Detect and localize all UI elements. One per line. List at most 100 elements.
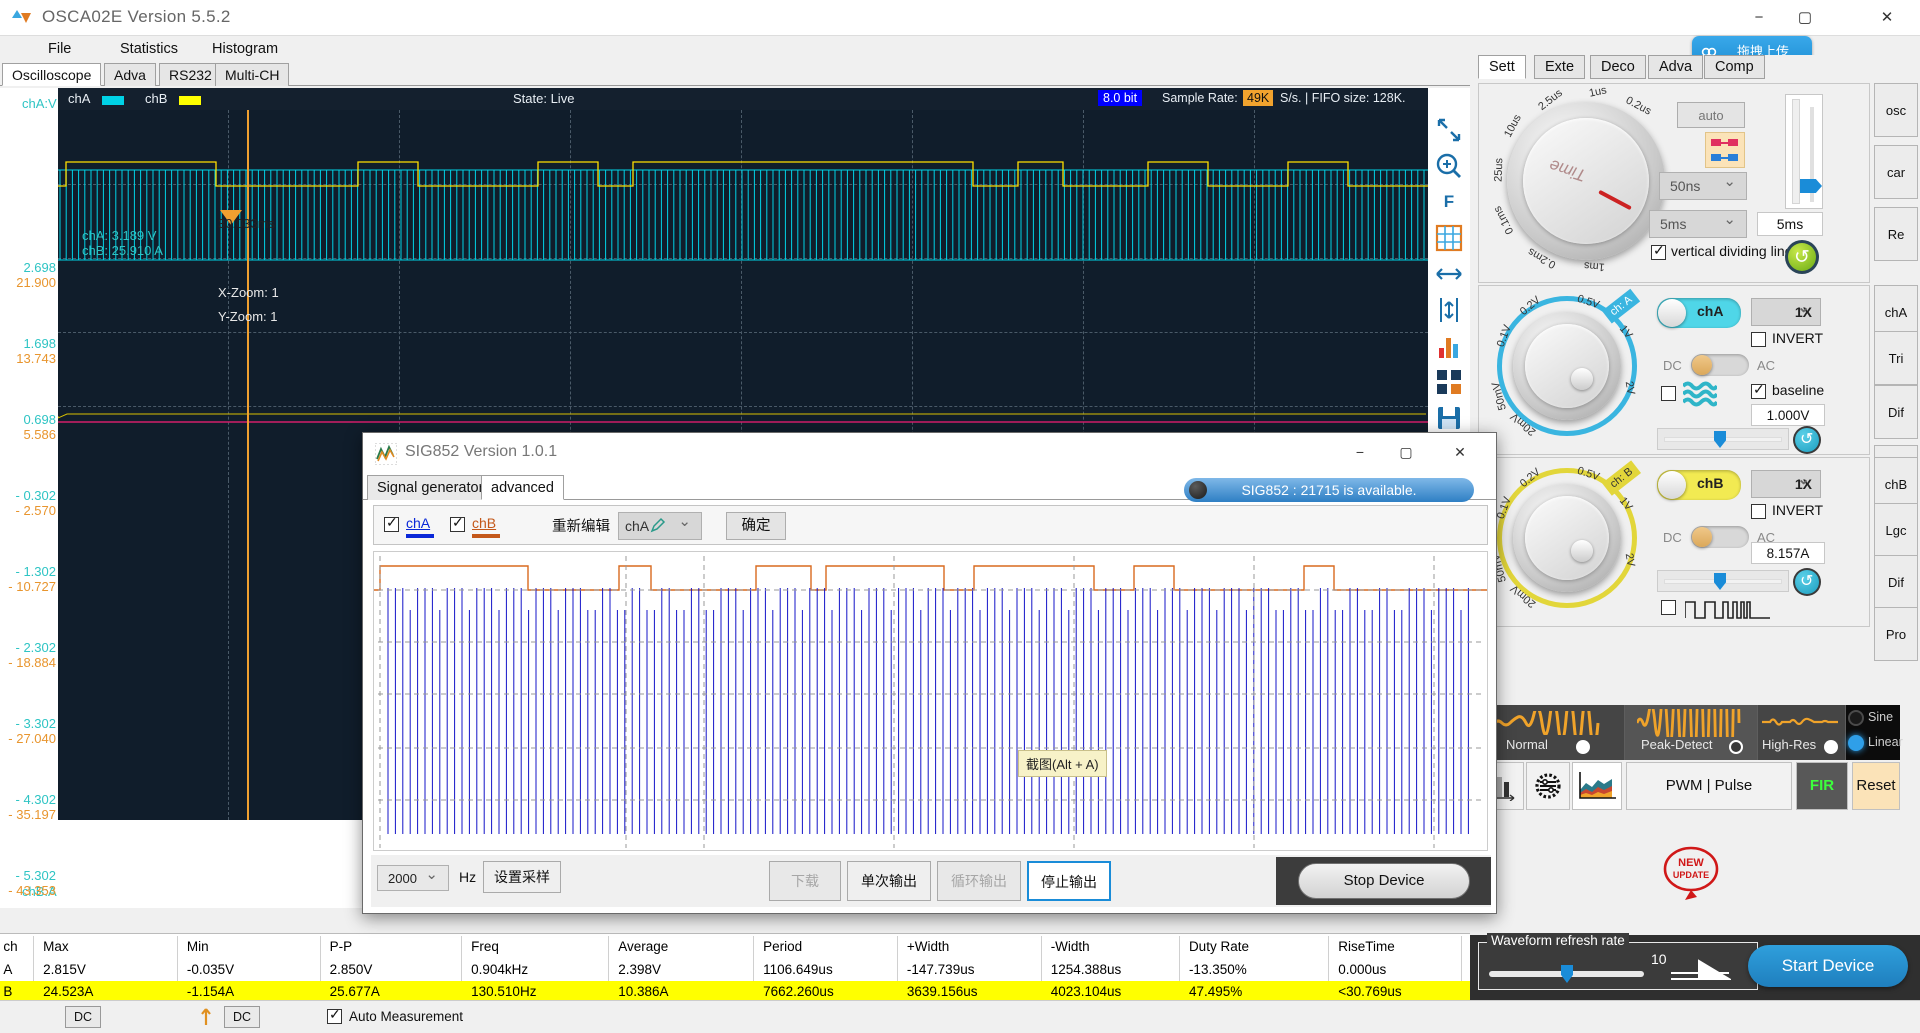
horizontal-arrows-icon[interactable]: [1431, 256, 1467, 292]
single-output-button[interactable]: 单次输出: [847, 861, 931, 901]
cha-wave-checkbox[interactable]: [1661, 386, 1676, 401]
channel-b-knob[interactable]: [1513, 484, 1621, 592]
vertical-dividing-line-checkbox[interactable]: [1651, 245, 1666, 260]
mode-high-res[interactable]: High-Res: [1758, 705, 1846, 760]
sample-rate-combo[interactable]: 2000: [377, 865, 449, 891]
dlg-chB-label[interactable]: chB: [472, 515, 496, 531]
dlg-confirm-button[interactable]: 确定: [726, 512, 786, 540]
slider-handle[interactable]: [1714, 431, 1726, 448]
mode-high-res-radio[interactable]: [1824, 740, 1838, 754]
cha-offset-slider[interactable]: [1657, 428, 1789, 450]
side-button-re[interactable]: Re: [1874, 207, 1918, 261]
tab-external[interactable]: Exte: [1534, 55, 1585, 79]
menu-statistics[interactable]: Statistics: [110, 39, 188, 60]
mode-peak-detect-radio[interactable]: [1729, 740, 1743, 754]
cha-invert-checkbox[interactable]: [1751, 332, 1766, 347]
timebase-ns-combo[interactable]: 50ns: [1659, 172, 1747, 200]
start-device-button[interactable]: Start Device: [1748, 945, 1908, 987]
grid-icon[interactable]: [1431, 220, 1467, 256]
side-button-dif[interactable]: Dif: [1874, 385, 1918, 439]
chb-coupling-toggle[interactable]: [1691, 526, 1749, 548]
dlg-chA-label[interactable]: chA: [406, 515, 430, 531]
stop-device-button[interactable]: Stop Device: [1298, 863, 1470, 899]
minimize-button[interactable]: −: [1736, 0, 1782, 36]
save-icon[interactable]: [1431, 400, 1467, 436]
tab-oscilloscope[interactable]: Oscilloscope: [2, 63, 101, 86]
tab-compare[interactable]: Comp: [1704, 55, 1765, 79]
side-button-tri[interactable]: Tri: [1874, 331, 1918, 385]
dialog-waveform-plot[interactable]: [373, 551, 1488, 851]
cha-reset-icon[interactable]: ↺: [1793, 426, 1821, 454]
cha-baseline-value[interactable]: 1.000V: [1751, 404, 1825, 426]
mode-normal[interactable]: Normal: [1480, 705, 1625, 760]
interp-linear-radio[interactable]: [1848, 735, 1864, 751]
cha-baseline-checkbox[interactable]: [1751, 384, 1766, 399]
table-row[interactable]: A2.815V-0.035V2.850V0.904kHz2.398V1106.6…: [0, 959, 1470, 981]
auto-button[interactable]: auto: [1677, 102, 1745, 128]
tab-advanced-dlg[interactable]: advanced: [481, 475, 564, 500]
histogram-icon[interactable]: [1431, 328, 1467, 364]
tab-rs232[interactable]: RS232: [159, 63, 222, 86]
dlg-chB-checkbox[interactable]: [450, 517, 465, 532]
tab-decode[interactable]: Deco: [1590, 55, 1646, 79]
side-button-dif[interactable]: Dif: [1874, 555, 1918, 609]
tab-advanced[interactable]: Adva: [1648, 55, 1703, 79]
loop-output-button[interactable]: 循环输出: [937, 861, 1021, 901]
slider-handle[interactable]: [1714, 573, 1726, 590]
chb-invert-checkbox[interactable]: [1751, 504, 1766, 519]
tab-signal-generator[interactable]: Signal generator: [367, 475, 493, 500]
slider-handle[interactable]: [1561, 965, 1573, 983]
layout-icon[interactable]: [1431, 364, 1467, 400]
download-button[interactable]: 下载: [769, 861, 841, 901]
timebase-slider[interactable]: [1785, 94, 1823, 209]
vertical-arrows-icon[interactable]: [1431, 292, 1467, 328]
dialog-maximize-button[interactable]: ▢: [1388, 437, 1424, 467]
set-sampling-button[interactable]: 设置采样: [483, 861, 561, 893]
trigger-arrow-icon[interactable]: [198, 1007, 214, 1027]
dc-left-button[interactable]: DC: [65, 1006, 101, 1028]
chb-baseline-value[interactable]: 8.157A: [1751, 542, 1825, 564]
area-chart-button[interactable]: [1572, 762, 1622, 810]
stop-output-button[interactable]: 停止输出: [1027, 861, 1111, 901]
chb-probe-combo[interactable]: 1X: [1751, 470, 1821, 498]
side-button-pro[interactable]: Pro: [1874, 607, 1918, 661]
chb-enable-toggle[interactable]: chB: [1657, 470, 1741, 500]
zoom-in-icon[interactable]: [1431, 148, 1467, 184]
cha-probe-combo[interactable]: 1X: [1751, 298, 1821, 326]
four-square-grid-icon[interactable]: [1705, 132, 1745, 168]
chb-offset-slider[interactable]: [1657, 570, 1789, 592]
cha-enable-toggle[interactable]: chA: [1657, 298, 1741, 328]
reset-button[interactable]: Reset: [1852, 762, 1900, 810]
dc-right-button[interactable]: DC: [224, 1006, 260, 1028]
side-button-lgc[interactable]: Lgc: [1874, 503, 1918, 557]
channel-a-knob[interactable]: [1513, 312, 1621, 420]
f-label-icon[interactable]: F: [1431, 184, 1467, 220]
reset-circle-icon[interactable]: ↺: [1785, 240, 1819, 274]
dialog-close-button[interactable]: ✕: [1442, 437, 1478, 467]
timebase-ms-combo[interactable]: 5ms: [1649, 210, 1747, 238]
menu-histogram[interactable]: Histogram: [202, 39, 288, 60]
menu-file[interactable]: File: [38, 39, 81, 60]
slider-handle[interactable]: [1800, 179, 1822, 193]
new-update-badge[interactable]: NEW UPDATE: [1655, 845, 1727, 901]
expand-icon[interactable]: [1431, 112, 1467, 148]
chb-reset-icon[interactable]: ↺: [1793, 568, 1821, 596]
chb-wave-checkbox[interactable]: [1661, 600, 1676, 615]
cha-coupling-toggle[interactable]: [1691, 354, 1749, 376]
tab-multi-ch[interactable]: Multi-CH: [215, 63, 289, 86]
close-button[interactable]: ✕: [1864, 0, 1910, 36]
maximize-button[interactable]: ▢: [1782, 0, 1828, 36]
dlg-chA-checkbox[interactable]: [384, 517, 399, 532]
settings-button[interactable]: [1526, 762, 1570, 810]
time-knob[interactable]: Time: [1507, 102, 1665, 260]
mode-normal-radio[interactable]: [1576, 740, 1590, 754]
interp-sine-radio[interactable]: [1848, 710, 1864, 726]
tab-settings[interactable]: Sett: [1478, 55, 1526, 79]
fir-button[interactable]: FIR: [1796, 762, 1848, 810]
side-button-car[interactable]: car: [1874, 145, 1918, 199]
side-button-osc[interactable]: osc: [1874, 83, 1918, 137]
auto-measurement-checkbox[interactable]: [327, 1009, 342, 1024]
tab-adva[interactable]: Adva: [104, 63, 156, 86]
refresh-rate-slider[interactable]: [1489, 971, 1644, 977]
dialog-minimize-button[interactable]: −: [1342, 437, 1378, 467]
